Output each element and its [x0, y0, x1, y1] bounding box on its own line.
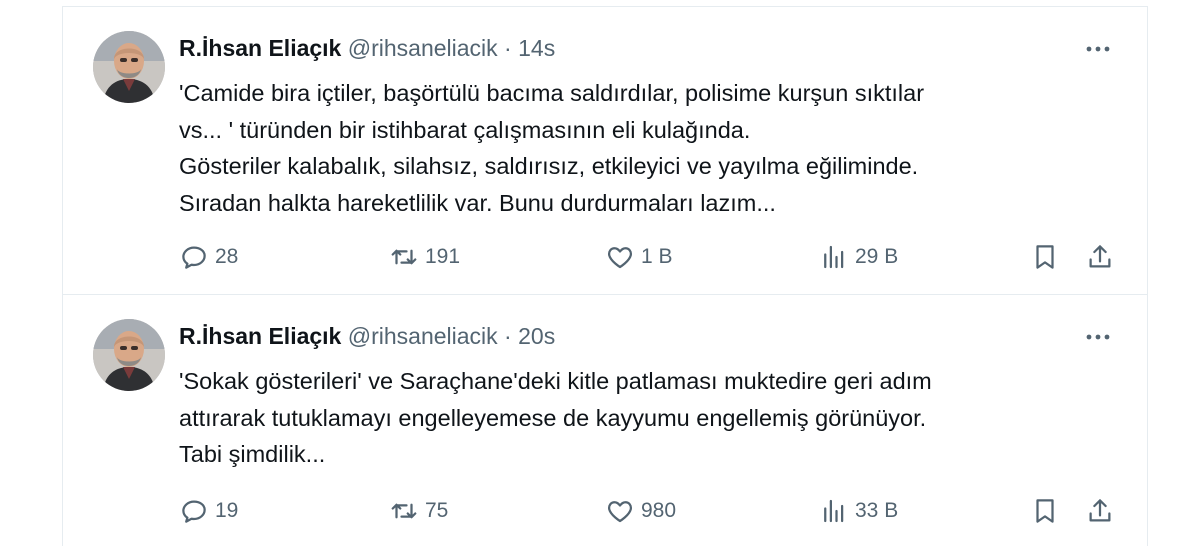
- reply-count: 28: [215, 245, 239, 268]
- views-icon: [824, 499, 844, 523]
- tweet-header: R.İhsan Eliaçık @rihsaneliacik · 14s: [179, 33, 555, 63]
- share-icon: [1089, 245, 1111, 268]
- retweet-icon: [391, 249, 417, 265]
- reply-icon: [182, 500, 206, 523]
- tweet-header: R.İhsan Eliaçık @rihsaneliacik · 20s: [179, 321, 555, 351]
- reply-count: 19: [215, 499, 239, 522]
- more-icon[interactable]: [1083, 37, 1113, 61]
- bookmark-button[interactable]: [1030, 239, 1060, 275]
- heart-icon: [607, 247, 633, 269]
- share-icon: [1089, 499, 1111, 522]
- reply-icon: [182, 246, 206, 269]
- separator-dot: ·: [504, 35, 512, 61]
- timeline: R.İhsan Eliaçık @rihsaneliacik · 14s 'Ca…: [62, 6, 1148, 546]
- retweet-button[interactable]: 75: [389, 493, 448, 529]
- like-button[interactable]: 980: [605, 493, 676, 529]
- bookmark-icon: [1036, 499, 1054, 523]
- tweet[interactable]: R.İhsan Eliaçık @rihsaneliacik · 20s 'So…: [63, 295, 1147, 547]
- bookmark-button[interactable]: [1030, 493, 1060, 529]
- separator-dot: ·: [504, 323, 512, 349]
- tweet-text: 'Camide bira içtiler, başörtülü bacıma s…: [179, 80, 925, 216]
- heart-icon: [607, 501, 633, 523]
- views-button[interactable]: 33 B: [819, 493, 898, 529]
- reply-button[interactable]: 19: [179, 493, 238, 529]
- author-handle[interactable]: @rihsaneliacik: [348, 323, 498, 349]
- avatar[interactable]: [93, 31, 165, 103]
- reply-button[interactable]: 28: [179, 239, 238, 275]
- share-button[interactable]: [1085, 493, 1115, 529]
- like-count: 1 B: [641, 245, 673, 268]
- views-count: 33 B: [855, 499, 899, 522]
- like-button[interactable]: 1 B: [605, 239, 673, 275]
- retweet-icon: [391, 503, 417, 519]
- tweet-actions: 28 191 1 B 29 B: [63, 239, 1147, 275]
- views-count: 29 B: [855, 245, 899, 268]
- views-button[interactable]: 29 B: [819, 239, 898, 275]
- retweet-button[interactable]: 191: [389, 239, 460, 275]
- author-name[interactable]: R.İhsan Eliaçık: [179, 35, 341, 61]
- tweet[interactable]: R.İhsan Eliaçık @rihsaneliacik · 14s 'Ca…: [63, 7, 1147, 295]
- more-icon[interactable]: [1083, 325, 1113, 349]
- avatar[interactable]: [93, 319, 165, 391]
- views-icon: [824, 245, 844, 269]
- retweet-count: 191: [425, 245, 461, 268]
- author-name[interactable]: R.İhsan Eliaçık: [179, 323, 341, 349]
- share-button[interactable]: [1085, 239, 1115, 275]
- retweet-count: 75: [425, 499, 449, 522]
- bookmark-icon: [1036, 245, 1054, 269]
- tweet-text: 'Sokak gösterileri' ve Saraçhane'deki ki…: [179, 368, 932, 467]
- tweet-timestamp[interactable]: 14s: [518, 35, 555, 61]
- author-handle[interactable]: @rihsaneliacik: [348, 35, 498, 61]
- tweet-actions: 19 75 980 33 B: [63, 493, 1147, 529]
- like-count: 980: [641, 499, 677, 522]
- tweet-timestamp[interactable]: 20s: [518, 323, 555, 349]
